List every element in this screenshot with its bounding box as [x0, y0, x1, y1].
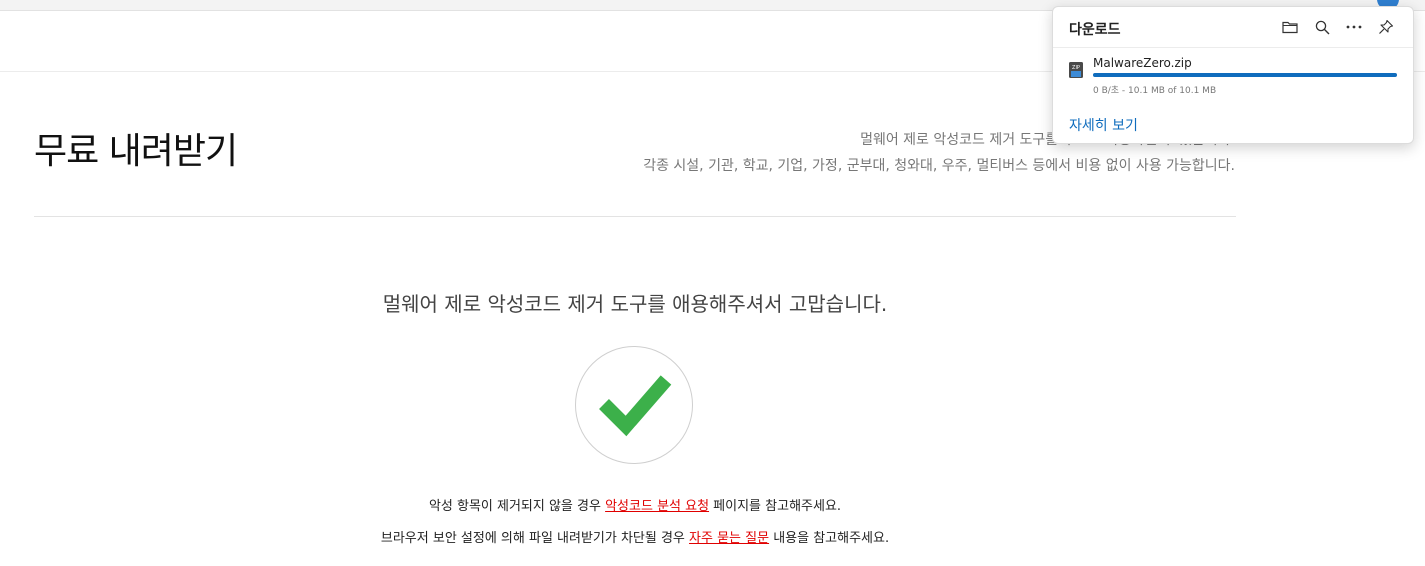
checkmark-icon	[599, 375, 672, 437]
open-folder-button[interactable]	[1279, 16, 1301, 38]
svg-text:ZIP: ZIP	[1072, 65, 1080, 71]
note-text: 악성 항목이 제거되지 않을 경우	[428, 499, 606, 514]
search-icon	[1315, 20, 1329, 34]
download-item[interactable]: ZIP MalwareZero.zip 0 B/초 - 10.1 MB of 1…	[1053, 51, 1413, 101]
zip-file-icon: ZIP	[1069, 62, 1083, 78]
note-text: 브라우저 보안 설정에 의해 파일 내려받기가 차단될 경우	[380, 531, 690, 546]
note-text: 내용을 참고해주세요.	[769, 531, 890, 546]
download-file-name[interactable]: MalwareZero.zip	[1093, 56, 1192, 70]
download-blocked-note: 브라우저 보안 설정에 의해 파일 내려받기가 차단될 경우 자주 묻는 질문 …	[0, 527, 1270, 546]
section-divider	[34, 216, 1236, 217]
see-more-link[interactable]: 자세히 보기	[1069, 115, 1138, 135]
folder-icon	[1282, 21, 1298, 34]
pin-panel-button[interactable]	[1375, 16, 1397, 38]
search-downloads-button[interactable]	[1311, 16, 1333, 38]
downloads-header: 다운로드	[1053, 7, 1413, 48]
faq-link[interactable]: 자주 묻는 질문	[689, 531, 769, 546]
download-progress-bar	[1093, 73, 1397, 77]
downloads-panel: 다운로드 ZIP MalwareZero.zip 0 B/초 - 10.1 MB…	[1052, 6, 1414, 144]
malware-removal-note: 악성 항목이 제거되지 않을 경우 악성코드 분석 요청 페이지를 참고해주세요…	[0, 495, 1270, 514]
downloads-title: 다운로드	[1069, 22, 1121, 38]
pin-icon	[1379, 19, 1394, 34]
success-check-badge	[575, 346, 693, 464]
more-icon	[1346, 25, 1362, 29]
thanks-message: 멀웨어 제로 악성코드 제거 도구를 애용해주셔서 고맙습니다.	[382, 292, 888, 316]
more-options-button[interactable]	[1343, 16, 1365, 38]
note-text: 페이지를 참고해주세요.	[709, 499, 842, 514]
download-progress-fill	[1093, 73, 1397, 77]
malware-analysis-request-link[interactable]: 악성코드 분석 요청	[605, 499, 709, 514]
download-status: 0 B/초 - 10.1 MB of 10.1 MB	[1093, 86, 1217, 96]
page-title: 무료 내려받기	[34, 131, 238, 172]
description-line-2: 각종 시설, 기관, 학교, 기업, 가정, 군부대, 청와대, 우주, 멀티버…	[643, 158, 1235, 174]
